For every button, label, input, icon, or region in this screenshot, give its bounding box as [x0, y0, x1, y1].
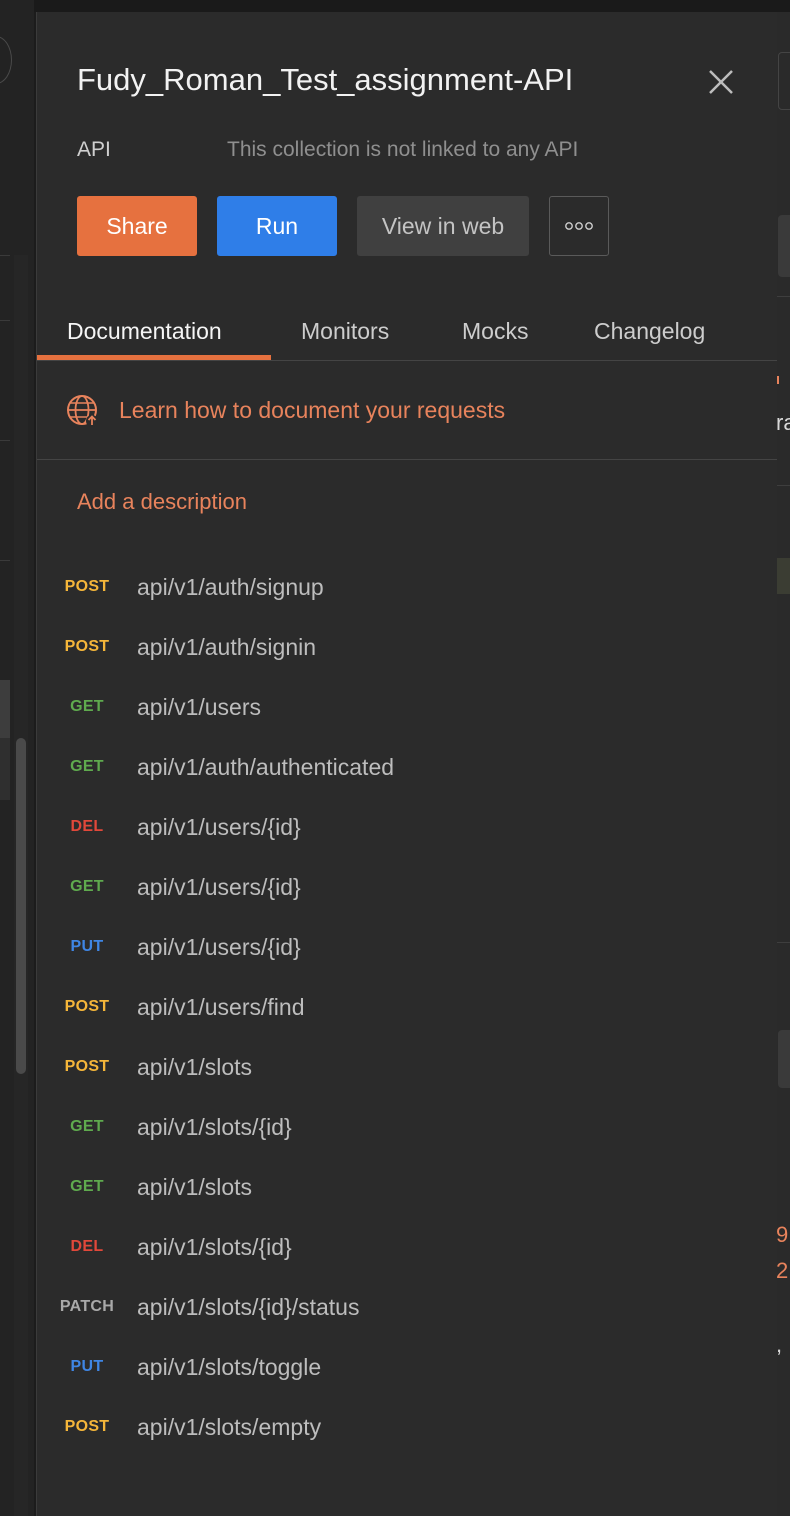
tab-bar: Documentation Monitors Mocks Changelog [37, 302, 777, 361]
left-selected-item [0, 680, 10, 738]
request-path: api/v1/slots/{id} [137, 1233, 292, 1260]
request-method-badge: POST [64, 1418, 110, 1435]
request-path: api/v1/auth/authenticated [137, 753, 395, 780]
ellipsis-icon [565, 222, 593, 230]
request-method-badge: PUT [70, 1358, 104, 1375]
request-method-badge: POST [64, 578, 110, 595]
request-method-badge: PUT [70, 938, 104, 955]
request-row[interactable]: GET api/v1/users [37, 677, 777, 737]
request-row[interactable]: DEL api/v1/slots/{id} [37, 1217, 777, 1277]
run-button[interactable]: Run [217, 196, 337, 256]
add-description-link[interactable]: Add a description [77, 489, 247, 515]
request-row[interactable]: POST api/v1/slots/empty [37, 1397, 777, 1457]
collection-title: Fudy_Roman_Test_assignment-API [77, 62, 574, 97]
request-row[interactable]: PUT api/v1/users/{id} [37, 917, 777, 977]
request-path: api/v1/slots/{id} [137, 1113, 292, 1140]
request-method-badge: POST [64, 998, 110, 1015]
request-method-badge: GET [70, 1118, 104, 1135]
tab-monitors[interactable]: Monitors [301, 302, 389, 360]
request-row[interactable]: POST api/v1/users/find [37, 977, 777, 1037]
left-item [0, 738, 10, 800]
request-path: api/v1/users/{id} [137, 933, 301, 960]
request-row[interactable]: POST api/v1/auth/signup [37, 557, 777, 617]
active-tab-indicator [37, 355, 271, 360]
request-row[interactable]: PATCH api/v1/slots/{id}/status [37, 1277, 777, 1337]
tab-documentation[interactable]: Documentation [67, 302, 222, 360]
request-path: api/v1/users [137, 693, 262, 720]
request-path: api/v1/users/find [137, 993, 305, 1020]
request-method-badge: DEL [70, 818, 104, 835]
api-link-status: This collection is not linked to any API [227, 138, 579, 161]
request-path: api/v1/auth/signup [137, 573, 324, 600]
request-method-badge: POST [64, 638, 110, 655]
right-divider [776, 942, 790, 943]
learn-docs-banner: Learn how to document your requests [37, 361, 777, 460]
right-background-control [778, 52, 790, 110]
right-text-fragment: ra [776, 410, 790, 435]
request-path: api/v1/users/{id} [137, 873, 301, 900]
request-method-badge: GET [70, 758, 104, 775]
collection-details-panel: Fudy_Roman_Test_assignment-API API This … [36, 12, 777, 1516]
request-path: api/v1/slots/empty [137, 1413, 322, 1440]
left-divider [0, 255, 10, 256]
right-divider [776, 296, 790, 297]
tab-mocks[interactable]: Mocks [462, 302, 528, 360]
request-path: api/v1/users/{id} [137, 813, 301, 840]
request-row[interactable]: GET api/v1/slots [37, 1157, 777, 1217]
left-divider [0, 320, 10, 321]
request-method-badge: PATCH [59, 1298, 115, 1315]
tab-changelog[interactable]: Changelog [594, 302, 705, 360]
request-row[interactable]: PUT api/v1/slots/toggle [37, 1337, 777, 1397]
left-divider [0, 440, 10, 441]
request-path: api/v1/slots [137, 1173, 253, 1200]
api-label: API [77, 138, 111, 161]
request-row[interactable]: POST api/v1/slots [37, 1037, 777, 1097]
request-path: api/v1/slots/{id}/status [137, 1293, 360, 1320]
request-method-badge: GET [70, 698, 104, 715]
close-icon [709, 70, 733, 94]
request-path: api/v1/slots [137, 1053, 253, 1080]
right-divider [776, 485, 790, 486]
learn-docs-link[interactable]: Learn how to document your requests [119, 397, 505, 424]
request-method-badge: POST [64, 1058, 110, 1075]
request-row[interactable]: DEL api/v1/users/{id} [37, 797, 777, 857]
view-in-web-button[interactable]: View in web [357, 196, 529, 256]
request-row[interactable]: POST api/v1/auth/signin [37, 617, 777, 677]
request-method-badge: DEL [70, 1238, 104, 1255]
right-background-control [778, 1030, 790, 1088]
request-row[interactable]: GET api/v1/auth/authenticated [37, 737, 777, 797]
request-method-badge: GET [70, 1178, 104, 1195]
more-actions-button[interactable] [549, 196, 609, 256]
request-path: api/v1/slots/toggle [137, 1353, 322, 1380]
top-strip [0, 0, 790, 12]
right-highlight [776, 558, 790, 594]
close-button[interactable] [701, 62, 741, 102]
right-background-control [778, 215, 790, 277]
request-method-badge: GET [70, 878, 104, 895]
globe-icon [67, 395, 98, 427]
right-text-fragment: 2 [776, 1258, 789, 1283]
left-divider [0, 560, 10, 561]
request-row[interactable]: GET api/v1/slots/{id} [37, 1097, 777, 1157]
left-scrollbar[interactable] [16, 738, 26, 1074]
right-text-fragment: 9 [776, 1222, 789, 1247]
request-path: api/v1/auth/signin [137, 633, 317, 660]
request-row[interactable]: GET api/v1/users/{id} [37, 857, 777, 917]
share-button[interactable]: Share [77, 196, 197, 256]
